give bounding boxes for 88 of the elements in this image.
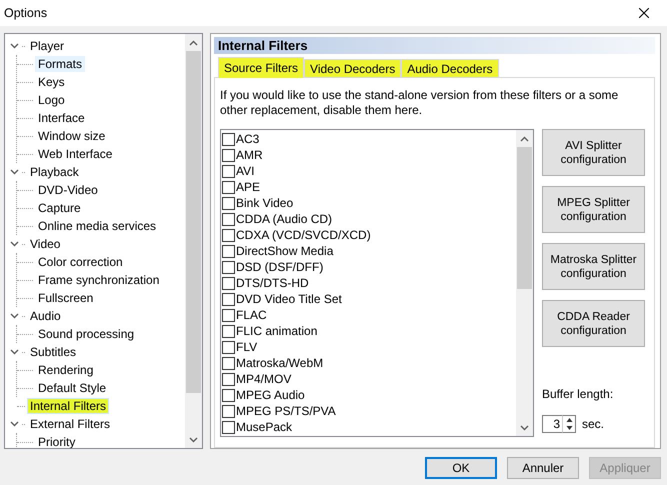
- checkbox[interactable]: [222, 388, 235, 402]
- buffer-length-field[interactable]: 3: [542, 415, 562, 433]
- checkbox[interactable]: [222, 404, 235, 418]
- window-title: Options: [4, 6, 48, 20]
- filter-label: MPEG PS/TS/PVA: [236, 404, 336, 418]
- tree-item[interactable]: Capture: [35, 200, 84, 216]
- tree-item[interactable]: Online media services: [35, 218, 160, 234]
- tree-item[interactable]: Fullscreen: [35, 290, 96, 306]
- collapse-icon[interactable]: [10, 241, 18, 247]
- filter-label: Matroska/WebM: [236, 356, 324, 370]
- description-text: If you would like to use the stand-alone version from these filters or a some other replacement, disable them here.: [220, 88, 620, 118]
- page-title: Internal Filters: [214, 37, 655, 54]
- tab[interactable]: Audio Decoders: [401, 59, 499, 77]
- tree-item[interactable]: Internal Filters: [27, 398, 110, 414]
- checkbox[interactable]: [222, 276, 235, 290]
- tree-item[interactable]: Default Style: [35, 380, 110, 396]
- checkbox[interactable]: [222, 356, 235, 370]
- filter-label: Bink Video: [236, 196, 294, 210]
- tree-item[interactable]: Keys: [35, 74, 68, 90]
- tree-item[interactable]: Interface: [35, 110, 88, 126]
- tree-item[interactable]: External Filters: [27, 416, 114, 432]
- filter-label: DirectShow Media: [236, 244, 334, 258]
- configuration-button[interactable]: Matroska Splitter configuration: [542, 243, 645, 290]
- scroll-down-icon: [520, 424, 529, 430]
- unit-label: sec.: [582, 417, 604, 431]
- checkbox[interactable]: [222, 212, 235, 226]
- filter-label: DTS/DTS-HD: [236, 276, 309, 290]
- filter-label: AMR: [236, 148, 263, 162]
- scroll-down-icon: [189, 436, 198, 442]
- filter-label: FLV: [236, 340, 258, 354]
- collapse-icon[interactable]: [10, 313, 18, 319]
- filter-label: APE: [236, 180, 260, 194]
- tree-item[interactable]: Subtitles: [27, 344, 80, 360]
- tree-item[interactable]: Audio: [27, 308, 64, 324]
- tree-item[interactable]: Playback: [27, 164, 82, 180]
- tab[interactable]: Video Decoders: [304, 59, 402, 77]
- buffer-length-label: Buffer length:: [542, 387, 614, 401]
- filter-label: AVI: [236, 164, 254, 178]
- collapse-icon[interactable]: [10, 43, 18, 49]
- tree-item[interactable]: Window size: [35, 128, 108, 144]
- tree-item[interactable]: DVD-Video: [35, 182, 101, 198]
- configuration-button[interactable]: CDDA Reader configuration: [542, 300, 645, 347]
- filter-label: CDDA (Audio CD): [236, 212, 332, 226]
- filter-label: MP4/MOV: [236, 372, 292, 386]
- close-icon[interactable]: [639, 8, 649, 18]
- checkbox[interactable]: [222, 244, 235, 258]
- checkbox[interactable]: [222, 420, 235, 434]
- checkbox[interactable]: [222, 308, 235, 322]
- checkbox[interactable]: [222, 180, 235, 194]
- checkbox[interactable]: [222, 164, 235, 178]
- scroll-up-icon: [189, 40, 198, 46]
- scroll-up-icon: [520, 136, 529, 142]
- checkbox[interactable]: [222, 132, 235, 146]
- tree-item[interactable]: Video: [27, 236, 64, 252]
- collapse-icon[interactable]: [10, 349, 18, 355]
- filter-label: AC3: [236, 132, 260, 146]
- checkbox[interactable]: [222, 372, 235, 386]
- dialog-button[interactable]: OK: [425, 457, 497, 479]
- tree-item[interactable]: Sound processing: [35, 326, 138, 342]
- tree-item[interactable]: Frame synchronization: [35, 272, 162, 288]
- filter-label: DVD Video Title Set: [236, 292, 342, 306]
- checkbox[interactable]: [222, 324, 235, 338]
- filter-label: MPEG Audio: [236, 388, 305, 402]
- checkbox[interactable]: [222, 340, 235, 354]
- scrollbar-thumb[interactable]: [186, 51, 201, 393]
- filter-label: MusePack: [236, 420, 292, 434]
- tree-item[interactable]: Color correction: [35, 254, 126, 270]
- tree-item[interactable]: Player: [27, 38, 68, 54]
- collapse-icon[interactable]: [10, 421, 18, 427]
- filter-label: CDXA (VCD/SVCD/XCD): [236, 228, 371, 242]
- filter-label: DSD (DSF/DFF): [236, 260, 324, 274]
- filter-label: FLAC: [236, 308, 267, 322]
- tree-item[interactable]: Formats: [35, 56, 86, 72]
- checkbox[interactable]: [222, 148, 235, 162]
- checkbox[interactable]: [222, 196, 235, 210]
- tree-item[interactable]: Rendering: [35, 362, 96, 378]
- tree-item[interactable]: Web Interface: [35, 146, 116, 162]
- scrollbar-thumb[interactable]: [517, 147, 532, 290]
- tab[interactable]: Source Filters: [218, 57, 304, 78]
- checkbox[interactable]: [222, 292, 235, 306]
- tree-item[interactable]: Logo: [35, 92, 68, 108]
- dialog-button[interactable]: Annuler: [507, 457, 579, 479]
- collapse-icon[interactable]: [10, 169, 18, 175]
- filter-label: FLIC animation: [236, 324, 318, 338]
- configuration-button[interactable]: MPEG Splitter configuration: [542, 186, 645, 233]
- checkbox[interactable]: [222, 260, 235, 274]
- configuration-button[interactable]: AVI Splitter configuration: [542, 129, 645, 176]
- checkbox[interactable]: [222, 228, 235, 242]
